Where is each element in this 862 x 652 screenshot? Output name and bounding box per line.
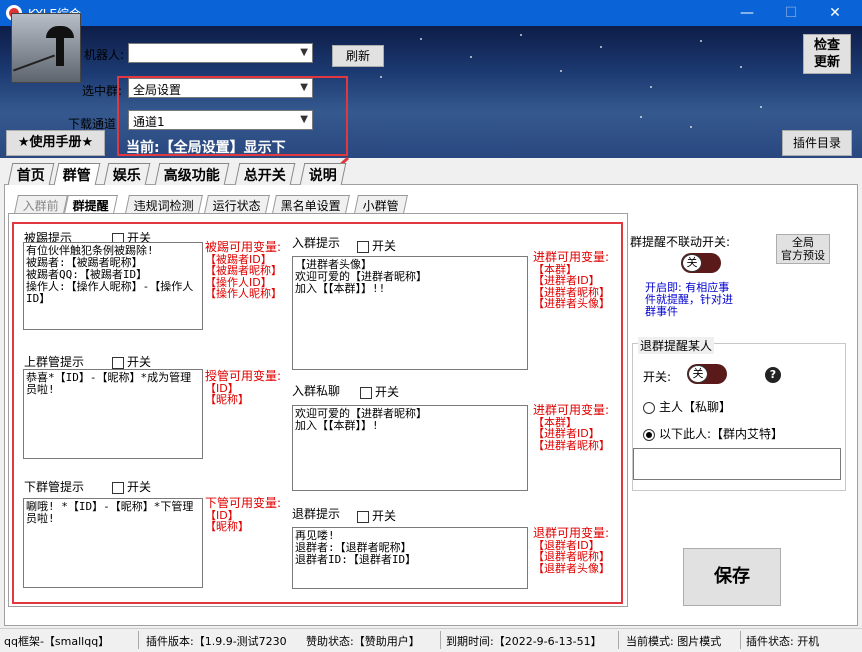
- promote-title: 上群管提示: [24, 355, 85, 369]
- linkage-toggle[interactable]: 关: [681, 253, 721, 273]
- save-button[interactable]: 保存: [683, 548, 781, 606]
- radio-icon[interactable]: [643, 428, 655, 441]
- join-textarea[interactable]: 【进群者头像】 欢迎可爱的【进群者昵称】 加入【【本群】】!!: [292, 256, 528, 370]
- radio-below[interactable]: 以下此人:【群内艾特】: [643, 425, 783, 442]
- chevron-down-icon: ▼: [300, 47, 308, 58]
- tab-group-manage[interactable]: 群管: [53, 163, 101, 185]
- radio-owner[interactable]: 主人【私聊】: [643, 398, 731, 415]
- kick-vars: 被踢可用变量: 【被踢者ID】 【被踢者昵称】 【操作人ID】 【操作人昵称】: [205, 240, 282, 300]
- highlight-box: [117, 76, 348, 156]
- check-update-button[interactable]: 检查 更新: [803, 34, 851, 74]
- join-switch[interactable]: 开关: [357, 237, 396, 254]
- plugin-dir-button[interactable]: 插件目录: [782, 130, 852, 156]
- join-private-textarea[interactable]: 欢迎可爱的【进群者昵称】 加入【【本群】】!: [292, 405, 528, 491]
- checkbox[interactable]: [360, 386, 372, 399]
- subtab-run-status[interactable]: 运行状态: [204, 195, 270, 213]
- leave-remind-title: 退群提醒某人: [638, 337, 715, 354]
- status-expire: 到期时间:【2022-9-6-13-51】: [446, 635, 602, 648]
- status-framework: qq框架-【smallqq】: [4, 635, 110, 648]
- status-sponsor: 赞助状态:【赞助用户】: [306, 635, 420, 648]
- avatar: [11, 13, 81, 83]
- linkage-label: 群提醒不联动开关:: [630, 235, 731, 249]
- join-title: 入群提示: [292, 236, 341, 250]
- status-bar: qq框架-【smallqq】 插件版本:【1.9.9-测试7230 赞助状态:【…: [0, 628, 862, 652]
- manual-button[interactable]: ★使用手册★: [6, 130, 105, 156]
- title-bar: KYLE综合 — ☐ ✕: [0, 0, 862, 26]
- target-input[interactable]: [633, 448, 841, 480]
- leave-switch[interactable]: 开关: [357, 507, 396, 524]
- join-private-vars: 进群可用变量: 【本群】 【进群者ID】 【进群者昵称】: [533, 403, 610, 452]
- checkbox[interactable]: [357, 510, 369, 523]
- demote-vars: 下管可用变量: 【ID】 【昵称】: [205, 496, 282, 533]
- tab-master-switch[interactable]: 总开关: [234, 163, 296, 185]
- refresh-button[interactable]: 刷新: [332, 45, 384, 67]
- demote-textarea[interactable]: 唰哦! *【ID】-【昵称】*下管理员啦!: [23, 498, 203, 588]
- join-private-title: 入群私聊: [292, 384, 341, 398]
- radio-icon[interactable]: [643, 401, 655, 414]
- status-plugin-state: 插件状态: 开机: [746, 635, 820, 648]
- tab-advanced[interactable]: 高级功能: [154, 163, 230, 185]
- kick-textarea[interactable]: 有位伙伴触犯条例被踢除! 被踢者:【被踢者昵称】 被踢者QQ:【被踢者ID】 操…: [23, 242, 203, 330]
- tab-entertainment[interactable]: 娱乐: [103, 163, 151, 185]
- leave-textarea[interactable]: 再见喽! 退群者:【退群者昵称】 退群者ID:【退群者ID】: [292, 527, 528, 589]
- checkbox[interactable]: [112, 356, 124, 369]
- promote-vars: 授管可用变量: 【ID】 【昵称】: [205, 369, 282, 406]
- subtab-before-join[interactable]: 入群前: [14, 195, 68, 213]
- leave-vars: 退群可用变量: 【退群者ID】 【退群者昵称】 【退群者头像】: [533, 526, 610, 575]
- subtab-violation-words[interactable]: 违规词检测: [125, 195, 203, 213]
- subtab-small-admin[interactable]: 小群管: [354, 195, 408, 213]
- close-button[interactable]: ✕: [812, 0, 858, 26]
- demote-switch[interactable]: 开关: [112, 478, 151, 495]
- tab-help[interactable]: 说明: [299, 163, 347, 185]
- maximize-button[interactable]: ☐: [768, 0, 814, 26]
- robot-label: 机器人:: [84, 48, 125, 62]
- tab-home[interactable]: 首页: [7, 163, 55, 185]
- preset-button[interactable]: 全局 官方预设: [776, 234, 830, 264]
- help-icon[interactable]: ?: [765, 367, 781, 383]
- status-mode: 当前模式: 图片模式: [626, 635, 722, 648]
- promote-switch[interactable]: 开关: [112, 353, 151, 370]
- subtab-group-remind[interactable]: 群提醒: [64, 195, 118, 213]
- checkbox[interactable]: [357, 240, 369, 253]
- subtab-blacklist[interactable]: 黑名单设置: [272, 195, 350, 213]
- join-vars: 进群可用变量: 【本群】 【进群者ID】 【进群者昵称】 【进群者头像】: [533, 250, 610, 310]
- checkbox[interactable]: [112, 481, 124, 494]
- demote-title: 下群管提示: [24, 480, 85, 494]
- leave-remind-toggle[interactable]: 关: [687, 364, 727, 384]
- minimize-button[interactable]: —: [724, 0, 770, 26]
- robot-select[interactable]: ▼: [128, 43, 313, 63]
- join-private-switch[interactable]: 开关: [360, 383, 399, 400]
- leave-title: 退群提示: [292, 507, 341, 521]
- promote-textarea[interactable]: 恭喜*【ID】-【昵称】*成为管理员啦!: [23, 369, 203, 459]
- linkage-note: 开启即: 有相应事件就提醒，针对进群事件: [645, 281, 733, 318]
- switch-label: 开关:: [643, 370, 672, 384]
- status-version: 插件版本:【1.9.9-测试7230: [146, 635, 287, 648]
